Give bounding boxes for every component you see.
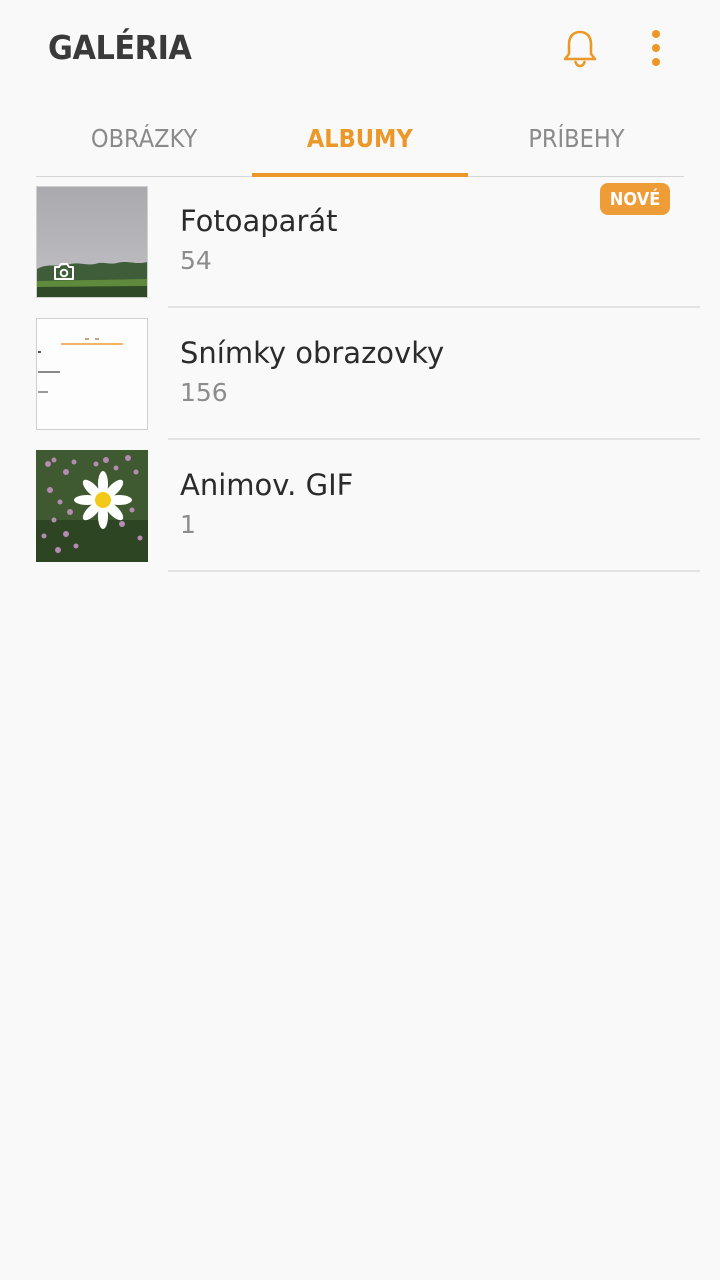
- notifications-button[interactable]: [554, 22, 606, 74]
- tab-bar: OBRÁZKY ALBUMY PRÍBEHY: [36, 100, 684, 177]
- album-thumbnail: [36, 186, 148, 298]
- app-bar: GALÉRIA: [0, 0, 720, 100]
- tab-obrazky[interactable]: OBRÁZKY: [36, 100, 252, 176]
- bell-icon: [563, 30, 597, 68]
- badge-label: NOVÉ: [609, 188, 661, 210]
- album-item-screenshots[interactable]: Snímky obrazovky 156: [0, 308, 720, 440]
- album-item-gif[interactable]: Animov. GIF 1: [0, 440, 720, 572]
- gallery-screen: GALÉRIA OBRÁZKY ALBUMY PRÍBEHY Fotoapará…: [0, 0, 720, 1280]
- more-options-button[interactable]: [630, 22, 682, 74]
- album-name: Animov. GIF: [180, 468, 354, 502]
- album-count: 156: [180, 378, 228, 407]
- app-title: GALÉRIA: [48, 28, 192, 67]
- album-name: Snímky obrazovky: [180, 336, 445, 370]
- tab-label: ALBUMY: [307, 123, 413, 153]
- album-count: 54: [180, 246, 212, 275]
- tab-pribehy[interactable]: PRÍBEHY: [468, 100, 684, 176]
- album-count: 1: [180, 510, 196, 539]
- album-thumbnail: [36, 318, 148, 430]
- row-divider: [168, 570, 700, 572]
- camera-icon: [54, 263, 74, 280]
- flower-thumbnail-image: [36, 450, 148, 562]
- album-name: Fotoaparát: [180, 204, 338, 238]
- album-thumbnail: [36, 450, 148, 562]
- screenshot-thumbnail-image: [37, 319, 147, 429]
- new-badge: NOVÉ: [600, 183, 670, 215]
- album-list: Fotoaparát 54 Snímky obrazovky 156 Animo…: [0, 176, 720, 572]
- tab-label: PRÍBEHY: [527, 123, 625, 153]
- tab-albumy[interactable]: ALBUMY: [252, 100, 468, 177]
- more-vertical-icon: [652, 30, 660, 66]
- tab-label: OBRÁZKY: [90, 123, 198, 153]
